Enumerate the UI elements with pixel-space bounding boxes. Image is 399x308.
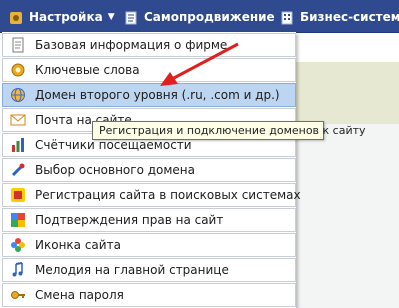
menu-item-company-info[interactable]: Базовая информация о фирме bbox=[2, 33, 296, 57]
nav-business[interactable]: Бизнес-система bbox=[280, 8, 399, 26]
menu-item-label: Мелодия на главной странице bbox=[35, 263, 229, 277]
menu-item-change-password[interactable]: Смена пароля bbox=[2, 283, 296, 307]
page-content-area bbox=[290, 124, 399, 308]
menu-item-site-icon[interactable]: Иконка сайта bbox=[2, 233, 296, 257]
menu-item-label: Счётчики посещаемости bbox=[35, 138, 192, 152]
settings-icon bbox=[9, 10, 23, 24]
menu-item-second-level-domain[interactable]: Домен второго уровня (.ru, .com и др.) bbox=[2, 83, 296, 107]
key-icon bbox=[10, 287, 26, 303]
document-icon bbox=[10, 37, 26, 53]
search-engine-icon bbox=[10, 187, 26, 203]
menu-item-label: Ключевые слова bbox=[35, 63, 140, 77]
page-header-band bbox=[290, 62, 399, 124]
page-icon bbox=[124, 10, 138, 25]
menu-item-label: Выбор основного домена bbox=[35, 163, 196, 177]
menu-item-label: Иконка сайта bbox=[35, 238, 121, 252]
menu-item-homepage-melody[interactable]: Мелодия на главной странице bbox=[2, 258, 296, 282]
nav-selfpromo[interactable]: Самопродвижение bbox=[124, 8, 275, 26]
nav-settings-label: Настройка bbox=[29, 10, 103, 24]
globe-icon bbox=[10, 87, 26, 103]
top-navigation-bar: Настройка ▼ Самопродвижение Бизнес-систе… bbox=[0, 0, 399, 33]
tooltip: Регистрация и подключение доменов к сайт… bbox=[92, 121, 366, 140]
google-icon bbox=[10, 212, 26, 228]
menu-item-keywords[interactable]: Ключевые слова bbox=[2, 58, 296, 82]
menu-item-label: Базовая информация о фирме bbox=[35, 38, 228, 52]
menu-item-primary-domain[interactable]: Выбор основного домена bbox=[2, 158, 296, 182]
mail-icon bbox=[10, 112, 26, 128]
wrench-icon bbox=[10, 162, 26, 178]
flower-icon bbox=[10, 237, 26, 253]
menu-item-label: Смена пароля bbox=[35, 288, 124, 302]
menu-item-search-engine-registration[interactable]: Регистрация сайта в поисковых системах bbox=[2, 183, 301, 207]
menu-item-label: Регистрация сайта в поисковых системах bbox=[35, 188, 301, 202]
nav-settings[interactable]: Настройка ▼ bbox=[9, 8, 115, 26]
menu-item-ownership-verification[interactable]: Подтверждения прав на сайт bbox=[2, 208, 296, 232]
music-note-icon bbox=[10, 262, 26, 278]
gear-icon bbox=[10, 62, 26, 78]
menu-item-label: Подтверждения прав на сайт bbox=[35, 213, 224, 227]
chevron-down-icon: ▼ bbox=[107, 12, 115, 22]
nav-business-label: Бизнес-система bbox=[300, 10, 399, 24]
bar-chart-icon bbox=[10, 137, 26, 153]
menu-item-label: Домен второго уровня (.ru, .com и др.) bbox=[35, 88, 280, 102]
building-icon bbox=[280, 10, 294, 25]
settings-dropdown-menu: Базовая информация о фирме Ключевые слов… bbox=[2, 32, 301, 308]
nav-selfpromo-label: Самопродвижение bbox=[144, 10, 275, 24]
